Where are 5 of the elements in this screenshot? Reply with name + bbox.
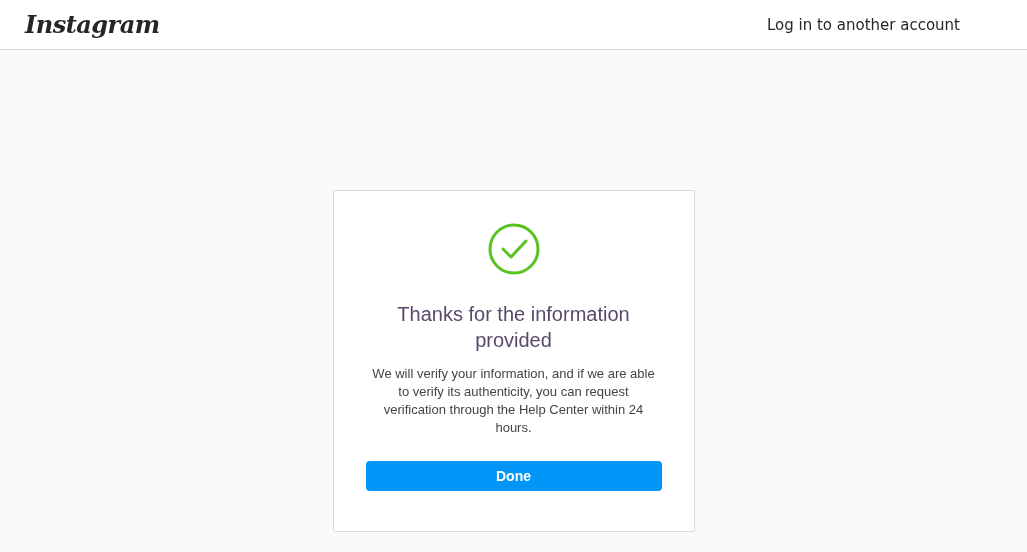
login-link[interactable]: Log in to another account xyxy=(767,15,960,34)
check-circle-icon xyxy=(487,223,540,275)
message: We will verify your information, and if we are able to verify its authenticity, you can request verification through the Help Center within 24 hours. xyxy=(371,365,656,437)
heading: Thanks for the information provided xyxy=(396,302,631,353)
logo[interactable]: Instagram xyxy=(25,10,160,39)
